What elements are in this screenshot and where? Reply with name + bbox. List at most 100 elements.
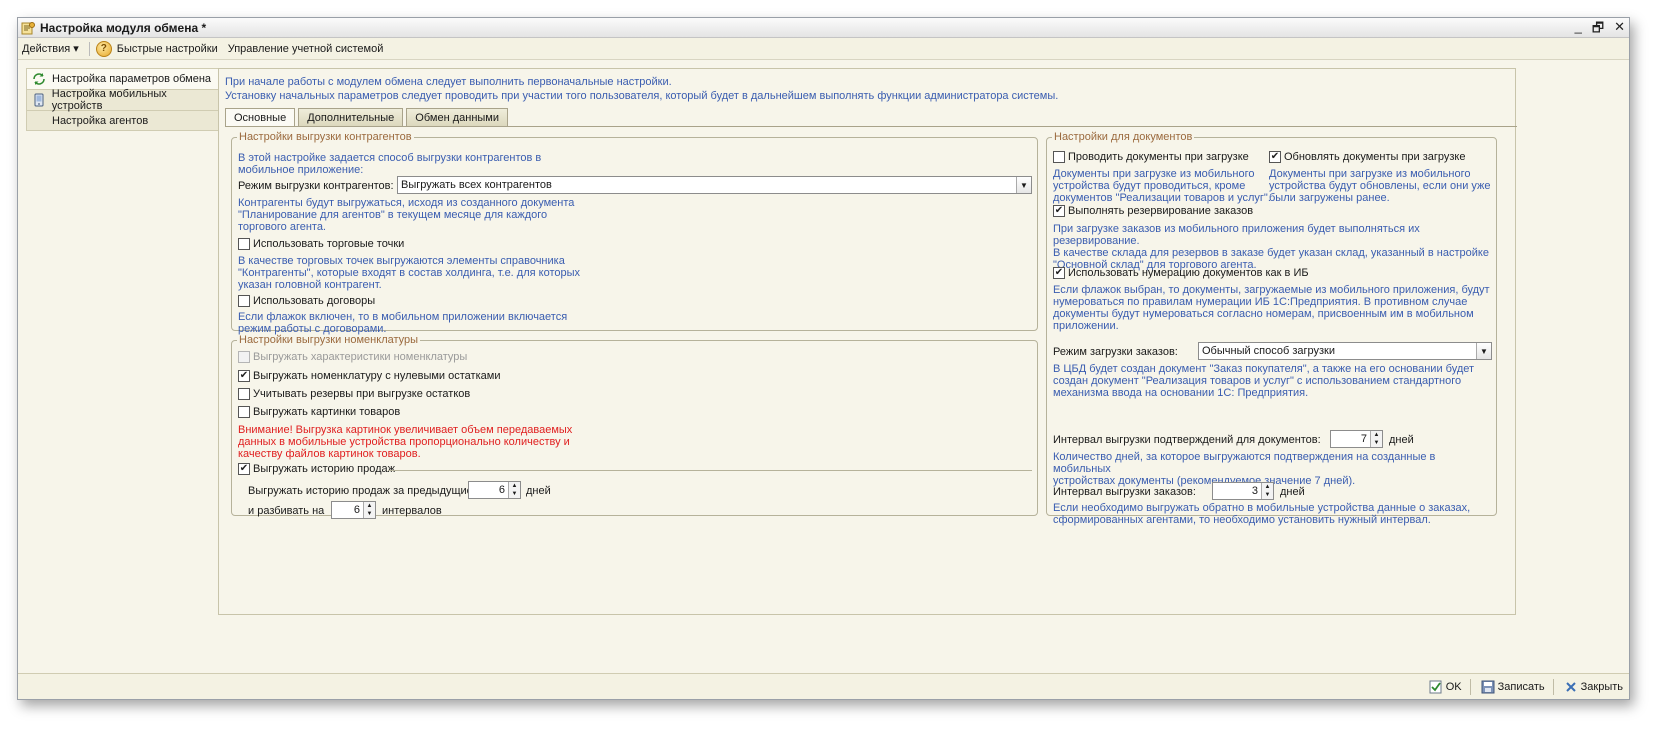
documents-group: Настройки для документов Проводить докум… bbox=[1046, 131, 1497, 526]
ok-label: OK bbox=[1445, 680, 1462, 693]
checkbox-box[interactable] bbox=[238, 295, 250, 307]
quick-settings-label: Быстрые настройки bbox=[116, 42, 218, 55]
desc-line: торгового агента. bbox=[238, 221, 326, 233]
save-button[interactable]: Записать bbox=[1481, 680, 1545, 694]
checkbox-box[interactable] bbox=[238, 238, 250, 250]
checkbox-box[interactable]: ✔ bbox=[1269, 151, 1281, 163]
accounting-system-menu[interactable]: Управление учетной системой bbox=[228, 43, 384, 55]
checkbox-label: Выгружать характеристики номенклатуры bbox=[253, 351, 468, 363]
desc-line: документы будут нумероваться согласно но… bbox=[1053, 308, 1474, 320]
use-trade-points-checkbox[interactable]: Использовать торговые точки bbox=[238, 238, 404, 250]
reserve-orders-checkbox[interactable]: ✔ Выполнять резервирование заказов bbox=[1053, 205, 1253, 217]
reserve-orders-desc: При загрузке заказов из мобильного прило… bbox=[1053, 223, 1496, 271]
app-icon bbox=[21, 21, 35, 35]
dropdown-arrow-icon[interactable]: ▼ bbox=[1476, 343, 1491, 359]
checkbox-box[interactable] bbox=[1053, 151, 1065, 163]
history-days-spinner[interactable]: 6 ▲ ▼ bbox=[468, 481, 521, 499]
characteristics-checkbox[interactable]: Выгружать характеристики номенклатуры bbox=[238, 351, 467, 363]
help-icon: ? bbox=[95, 40, 112, 57]
tab-main[interactable]: Основные bbox=[225, 108, 296, 127]
checkbox-box[interactable]: ✔ bbox=[1053, 205, 1065, 217]
warning-line: данных в мобильные устройства пропорцион… bbox=[238, 436, 570, 448]
contractors-mode-label: Режим выгрузки контрагентов: bbox=[238, 180, 394, 192]
desc-line: Документы при загрузке из мобильного bbox=[1269, 168, 1471, 180]
order-mode-desc: В ЦБД будет создан документ "Заказ покуп… bbox=[1053, 363, 1474, 399]
use-contracts-checkbox[interactable]: Использовать договоры bbox=[238, 295, 375, 307]
days-unit: дней bbox=[526, 485, 551, 497]
intro-line-1: При начале работы с модулем обмена следу… bbox=[225, 76, 672, 88]
desc-line: Если флажок включен, то в мобильном прил… bbox=[238, 311, 568, 323]
desc-line: Если флажок выбран, то документы, загруж… bbox=[1053, 284, 1490, 296]
mobile-device-icon bbox=[31, 92, 47, 108]
actions-menu-label: Действия bbox=[22, 42, 71, 55]
save-disk-icon bbox=[1481, 680, 1495, 694]
images-warning: Внимание! Выгрузка картинок увеличивает … bbox=[238, 424, 572, 460]
zero-stock-checkbox[interactable]: ✔ Выгружать номенклатуру с нулевыми оста… bbox=[238, 370, 500, 382]
close-button[interactable]: Закрыть bbox=[1564, 680, 1623, 694]
orders-interval-spinner[interactable]: 3 ▲ ▼ bbox=[1212, 482, 1274, 500]
numbering-checkbox[interactable]: ✔ Использовать нумерацию документов как … bbox=[1053, 267, 1309, 279]
nav-label: Настройка мобильных устройств bbox=[51, 88, 167, 112]
footer-separator bbox=[1469, 678, 1471, 695]
contractors-mode-select[interactable]: Выгружать всех контрагентов ▼ bbox=[397, 176, 1032, 194]
ok-button[interactable]: OK bbox=[1429, 680, 1462, 694]
checkbox-label: Выгружать историю продаж bbox=[253, 463, 396, 475]
spinner-arrows-icon[interactable]: ▲ ▼ bbox=[508, 482, 520, 498]
actions-menu[interactable]: Действия ▾ bbox=[22, 42, 79, 56]
tab-data-exchange[interactable]: Обмен данными bbox=[406, 108, 509, 126]
nomenclature-legend: Настройки выгрузки номенклатуры bbox=[239, 334, 419, 346]
nav-item-agents[interactable]: Настройка агентов bbox=[26, 110, 219, 131]
sales-history-checkbox[interactable]: ✔ Выгружать историю продаж bbox=[238, 463, 395, 475]
bottom-command-bar: OK Записать Закрыть bbox=[18, 673, 1629, 699]
reserves-checkbox[interactable]: Учитывать резервы при выгрузке остатков bbox=[238, 388, 470, 400]
checkbox-box[interactable] bbox=[238, 406, 250, 418]
checkbox-label: Использовать торговые точки bbox=[253, 238, 405, 250]
desc-line: были загружены ранее. bbox=[1269, 192, 1390, 204]
nav-item-mobile-devices[interactable]: Настройка мобильных устройств bbox=[26, 88, 219, 112]
tab-page-main: Настройки выгрузки контрагентов В этой н… bbox=[225, 126, 1517, 611]
split-label: и разбивать на bbox=[248, 505, 325, 517]
spinner-arrows-icon[interactable]: ▲ ▼ bbox=[1261, 483, 1273, 499]
desc-line: Если необходимо выгружать обратно в моби… bbox=[1053, 502, 1471, 514]
navigation-pane: Настройка параметров обмена Настройка мо… bbox=[26, 68, 219, 131]
desc-line: В ЦБД будет создан документ "Заказ покуп… bbox=[1053, 363, 1475, 375]
select-value: Выгружать всех контрагентов bbox=[401, 179, 552, 191]
checkbox-box[interactable] bbox=[238, 351, 250, 363]
update-documents-checkbox[interactable]: ✔ Обновлять документы при загрузке bbox=[1269, 151, 1465, 163]
spinner-arrows-icon[interactable]: ▲ ▼ bbox=[1370, 431, 1382, 447]
orders-interval-label: Интервал выгрузки заказов: bbox=[1053, 486, 1196, 498]
images-checkbox[interactable]: Выгружать картинки товаров bbox=[238, 406, 400, 418]
footer-separator bbox=[1552, 678, 1554, 695]
desc-line: документов "Реализации товаров и услуг". bbox=[1053, 192, 1271, 204]
desc-line: Контрагенты будут выгружаться, исходя из… bbox=[238, 197, 575, 209]
update-documents-desc: Документы при загрузке из мобильного уст… bbox=[1269, 168, 1491, 204]
menu-separator bbox=[88, 41, 90, 56]
contractors-group: Настройки выгрузки контрагентов В этой н… bbox=[231, 131, 1038, 335]
confirm-interval-spinner[interactable]: 7 ▲ ▼ bbox=[1330, 430, 1383, 448]
contracts-desc: Если флажок включен, то в мобильном прил… bbox=[238, 311, 567, 335]
nav-label: Настройка агентов bbox=[52, 114, 149, 127]
order-mode-select[interactable]: Обычный способ загрузки ▼ bbox=[1198, 342, 1492, 360]
quick-settings-menu[interactable]: ? Быстрые настройки bbox=[95, 40, 218, 57]
desc-line: В качестве торговых точек выгружаются эл… bbox=[238, 255, 565, 267]
nav-item-exchange-params[interactable]: Настройка параметров обмена bbox=[26, 68, 219, 89]
spinner-arrows-icon[interactable]: ▲ ▼ bbox=[363, 502, 375, 518]
checkbox-box[interactable]: ✔ bbox=[238, 463, 250, 475]
checkbox-label: Использовать нумерацию документов как в … bbox=[1068, 267, 1309, 279]
settings-window: Настройка модуля обмена * _ 🗗 ✕ Действия… bbox=[17, 17, 1630, 700]
desc-line: "Контрагенты", которые входят в состав х… bbox=[238, 267, 581, 279]
tab-additional[interactable]: Дополнительные bbox=[298, 108, 404, 126]
checkbox-box[interactable]: ✔ bbox=[238, 370, 250, 382]
checkbox-box[interactable]: ✔ bbox=[1053, 267, 1065, 279]
numbering-desc: Если флажок выбран, то документы, загруж… bbox=[1053, 284, 1490, 332]
split-intervals-spinner[interactable]: 6 ▲ ▼ bbox=[331, 501, 376, 519]
desc-line: "Планирование для агентов" в текущем мес… bbox=[238, 209, 548, 221]
dropdown-arrow-icon[interactable]: ▼ bbox=[1016, 177, 1031, 193]
window-title: Настройка модуля обмена * bbox=[40, 21, 207, 35]
checkbox-label: Выполнять резервирование заказов bbox=[1068, 205, 1254, 217]
checkbox-box[interactable] bbox=[238, 388, 250, 400]
title-bar: Настройка модуля обмена * _ 🗗 ✕ bbox=[18, 18, 1629, 38]
desc-line: механизма ввода на основании 1С: Предпри… bbox=[1053, 387, 1309, 399]
contractors-mode-desc: Контрагенты будут выгружаться, исходя из… bbox=[238, 197, 574, 233]
post-documents-checkbox[interactable]: Проводить документы при загрузке bbox=[1053, 151, 1249, 163]
